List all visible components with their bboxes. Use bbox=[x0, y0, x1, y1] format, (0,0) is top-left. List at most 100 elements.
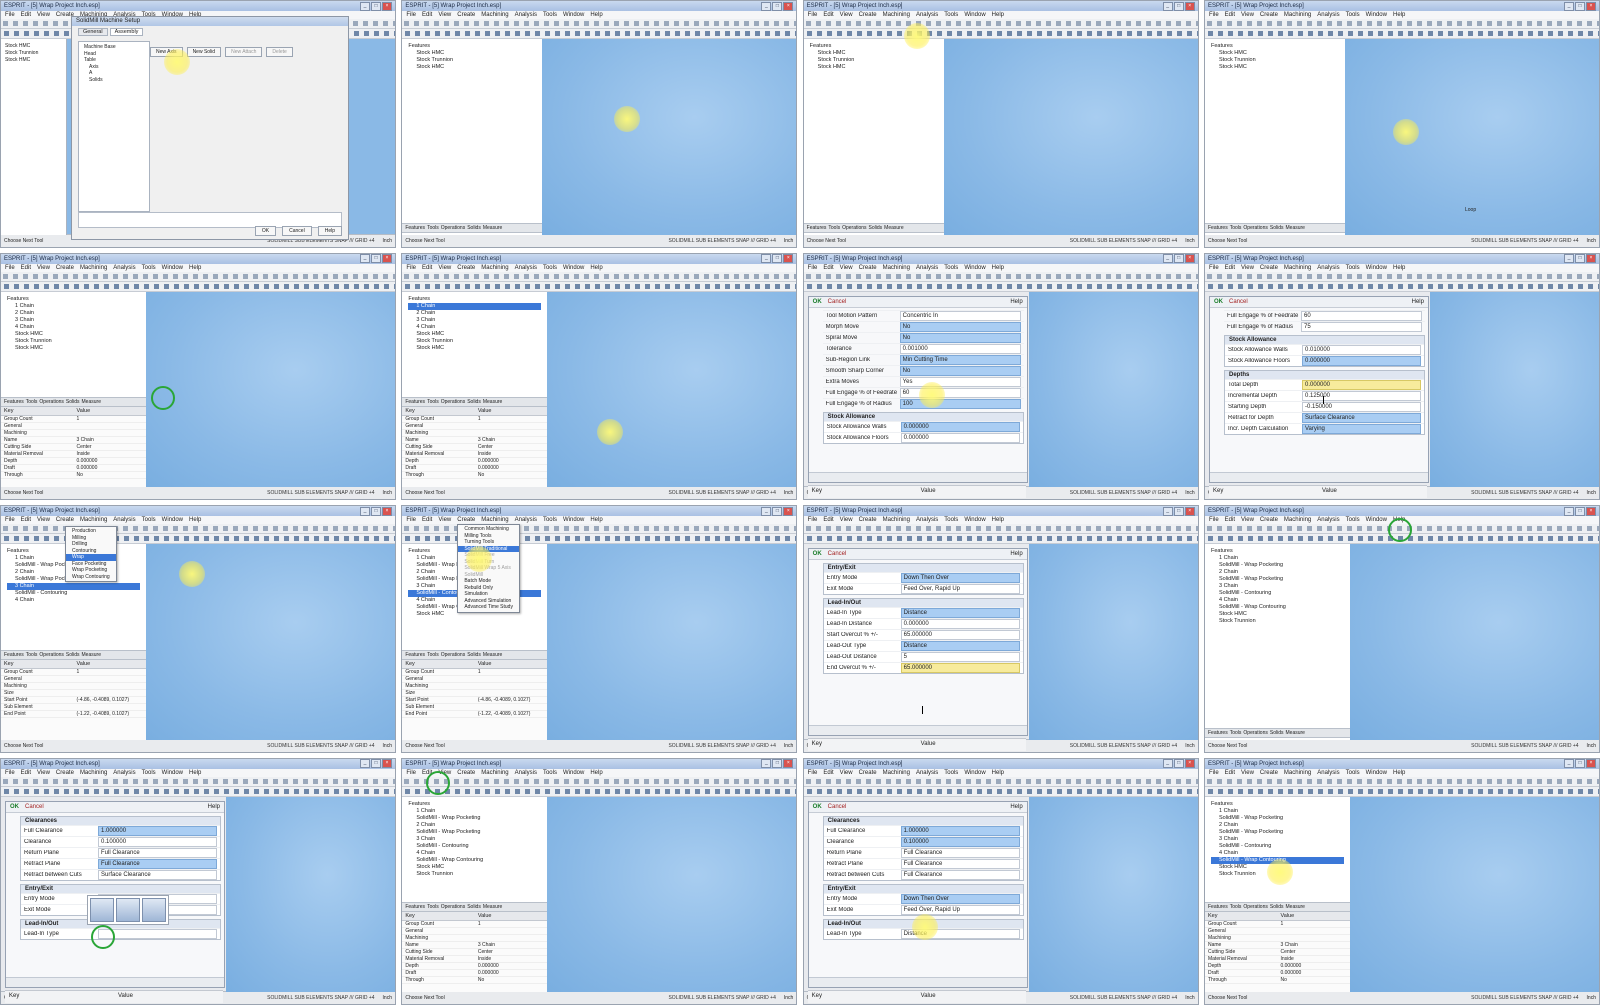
entry-mode-option[interactable] bbox=[90, 897, 114, 922]
main-toolbar[interactable] bbox=[1, 776, 395, 787]
menu-machining[interactable]: Machining bbox=[1284, 517, 1311, 523]
machine-action-button[interactable]: New Attach bbox=[225, 47, 263, 57]
field-value[interactable]: Full Clearance bbox=[98, 858, 217, 869]
stock-item[interactable]: Stock HMC bbox=[5, 57, 62, 64]
property-row[interactable]: Size bbox=[402, 690, 548, 697]
tree-item[interactable]: 3 Chain bbox=[1211, 836, 1344, 843]
menu-help[interactable]: Help bbox=[1393, 265, 1405, 271]
tree-item[interactable]: SolidMill - Wrap Pocketing bbox=[1211, 829, 1344, 836]
menu-edit[interactable]: Edit bbox=[1225, 770, 1235, 776]
tab-operations[interactable]: Operations bbox=[39, 399, 63, 405]
tree-item[interactable]: 1 Chain bbox=[1211, 555, 1344, 562]
property-value[interactable]: 0.000000 bbox=[74, 465, 147, 471]
maximize-button[interactable]: □ bbox=[1574, 759, 1585, 768]
menu-machining[interactable]: Machining bbox=[1284, 770, 1311, 776]
tree-item[interactable]: Stock Trunnion bbox=[1211, 618, 1344, 625]
field-value[interactable]: Feed Over, Rapid Up bbox=[900, 584, 1020, 594]
property-value[interactable]: 3 Chain bbox=[475, 437, 548, 443]
tree-item[interactable]: 2 Chain bbox=[1211, 569, 1344, 576]
tree-item[interactable]: Stock HMC bbox=[1211, 864, 1344, 871]
help-button[interactable]: Help bbox=[1010, 804, 1022, 810]
property-value[interactable]: 0.000000 bbox=[475, 963, 548, 969]
maximize-button[interactable]: □ bbox=[371, 1, 381, 11]
machining-toolbar[interactable] bbox=[402, 29, 797, 39]
menu-analysis[interactable]: Analysis bbox=[1317, 12, 1339, 18]
menu-edit[interactable]: Edit bbox=[422, 265, 432, 271]
maximize-button[interactable]: □ bbox=[1173, 759, 1184, 768]
menu-edit[interactable]: Edit bbox=[21, 517, 31, 523]
field-value[interactable]: 75 bbox=[1300, 321, 1422, 332]
machine-action-button[interactable]: Delete bbox=[266, 47, 293, 57]
tree-item[interactable]: Stock HMC bbox=[7, 345, 140, 352]
menu-analysis[interactable]: Analysis bbox=[916, 12, 938, 18]
menu-view[interactable]: View bbox=[840, 12, 853, 18]
property-row[interactable]: Through No bbox=[1204, 977, 1350, 985]
tab-features[interactable]: Features bbox=[1208, 904, 1228, 910]
tree-item[interactable]: Stock Trunnion bbox=[408, 338, 541, 345]
menu-file[interactable]: File bbox=[406, 770, 416, 776]
tree-item[interactable]: 4 Chain bbox=[1211, 597, 1344, 604]
main-toolbar[interactable] bbox=[402, 271, 797, 282]
tree-item[interactable]: Stock HMC bbox=[408, 345, 541, 352]
maximize-button[interactable]: □ bbox=[1173, 254, 1184, 263]
graphics-viewport[interactable] bbox=[542, 39, 797, 235]
stock-item[interactable]: Stock Trunnion bbox=[5, 50, 62, 57]
menu-view[interactable]: View bbox=[840, 265, 853, 271]
close-button[interactable]: × bbox=[783, 254, 794, 263]
tab-solids[interactable]: Solids bbox=[1270, 225, 1284, 231]
graphics-viewport[interactable] bbox=[1344, 39, 1599, 235]
property-row[interactable]: General bbox=[1, 423, 146, 431]
feature-tree[interactable]: Features Stock HMC Stock Trunnion Stock HMC bbox=[1205, 39, 1345, 75]
close-button[interactable]: × bbox=[1184, 506, 1195, 516]
property-row[interactable]: Machining bbox=[402, 430, 548, 438]
machining-toolbar[interactable] bbox=[402, 786, 797, 797]
property-row[interactable]: Draft 0.000000 bbox=[402, 465, 548, 473]
ok-button[interactable]: OK bbox=[1214, 299, 1223, 305]
menu-create[interactable]: Create bbox=[1260, 517, 1278, 523]
menu-help[interactable]: Help bbox=[189, 770, 201, 776]
property-row[interactable]: Through No bbox=[402, 977, 548, 985]
tab-measure[interactable]: Measure bbox=[82, 652, 101, 658]
section-header[interactable]: Entry/Exit bbox=[823, 884, 1023, 893]
property-value[interactable] bbox=[74, 676, 147, 682]
machining-toolbar[interactable] bbox=[1204, 29, 1599, 39]
minimize-button[interactable]: _ bbox=[1162, 1, 1173, 11]
menu-edit[interactable]: Edit bbox=[21, 265, 31, 271]
menu-create[interactable]: Create bbox=[457, 265, 475, 271]
property-row[interactable]: Cutting Side Center bbox=[1, 444, 147, 452]
main-toolbar[interactable] bbox=[803, 19, 1198, 29]
property-value[interactable] bbox=[475, 935, 548, 941]
tab-solids[interactable]: Solids bbox=[869, 225, 883, 231]
tab-features[interactable]: Features bbox=[405, 904, 425, 910]
menu-machining[interactable]: Machining bbox=[481, 265, 508, 271]
menu-analysis[interactable]: Analysis bbox=[515, 517, 537, 523]
main-toolbar[interactable] bbox=[1, 524, 395, 534]
menu-help[interactable]: Help bbox=[992, 770, 1004, 776]
main-toolbar[interactable] bbox=[402, 776, 797, 787]
graphics-viewport[interactable] bbox=[1028, 796, 1198, 992]
menu-create[interactable]: Create bbox=[1260, 12, 1278, 18]
property-value[interactable]: Center bbox=[74, 444, 147, 450]
field-value[interactable]: 5 bbox=[900, 652, 1020, 662]
property-row[interactable]: General bbox=[402, 676, 548, 683]
tree-item[interactable]: Stock Trunnion bbox=[7, 338, 140, 345]
field-value[interactable]: Surface Clearance bbox=[98, 869, 217, 880]
menu-machining[interactable]: Machining bbox=[80, 770, 107, 776]
property-value[interactable]: 1 bbox=[74, 416, 147, 422]
field-value[interactable]: No bbox=[899, 365, 1021, 376]
maximize-button[interactable]: □ bbox=[371, 759, 381, 768]
tab-tools[interactable]: Tools bbox=[427, 225, 439, 231]
field-value[interactable]: 0.010000 bbox=[1301, 344, 1421, 355]
menu-help[interactable]: Help bbox=[189, 265, 201, 271]
maximize-button[interactable]: □ bbox=[772, 506, 783, 516]
menu-machining[interactable]: Machining bbox=[883, 265, 910, 271]
tree-root[interactable]: Features bbox=[7, 296, 140, 303]
close-button[interactable]: × bbox=[783, 506, 794, 516]
field-value[interactable]: 60 bbox=[899, 387, 1021, 398]
menu-create[interactable]: Create bbox=[457, 770, 475, 776]
menu-view[interactable]: View bbox=[1241, 12, 1254, 18]
tree-item[interactable]: Stock Trunnion bbox=[408, 57, 536, 64]
tab-tools[interactable]: Tools bbox=[1230, 730, 1242, 736]
help-button[interactable]: Help bbox=[1010, 299, 1022, 305]
property-value[interactable]: No bbox=[1277, 977, 1350, 983]
